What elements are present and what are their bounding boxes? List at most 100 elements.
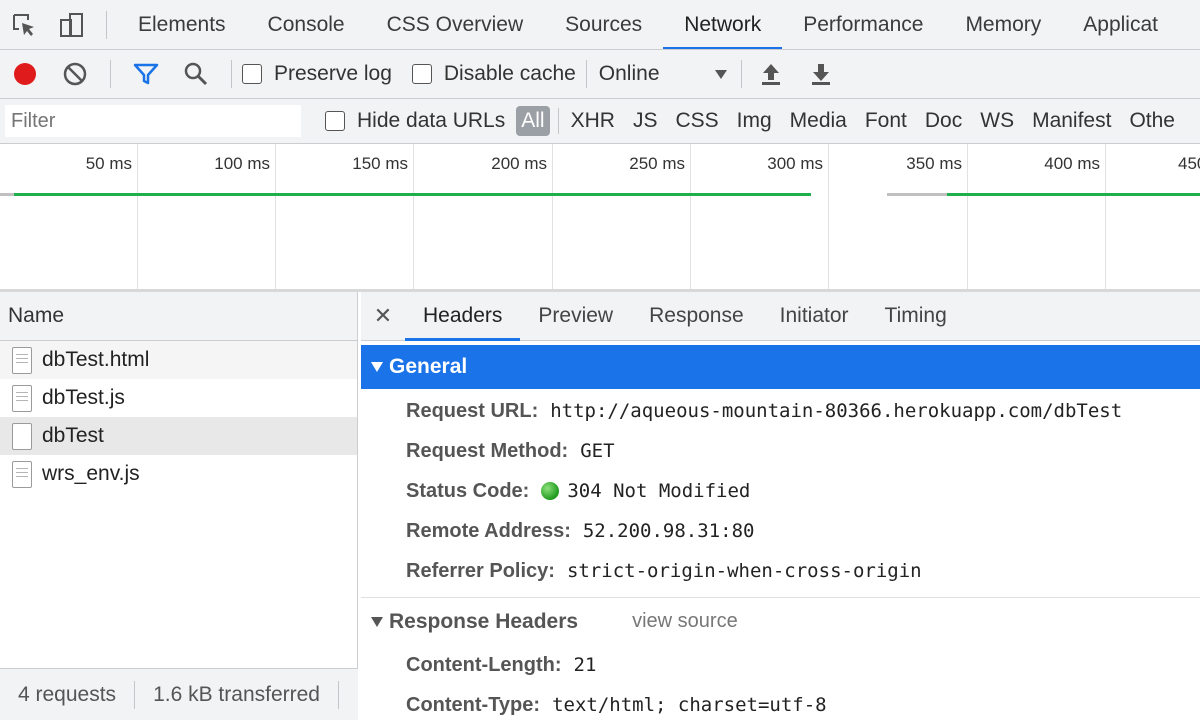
grid-line (1105, 144, 1106, 289)
tab-performance[interactable]: Performance (782, 0, 944, 49)
filter-type-doc[interactable]: Doc (916, 109, 971, 133)
search-icon (184, 62, 208, 86)
filter-type-ws[interactable]: WS (971, 109, 1023, 133)
request-name: dbTest.js (42, 386, 125, 409)
filter-type-media[interactable]: Media (781, 109, 856, 133)
name-column-header[interactable]: Name (0, 292, 357, 341)
header-value: text/html; charset=utf-8 (552, 694, 827, 716)
tab-console[interactable]: Console (247, 0, 366, 49)
grid-line (413, 144, 414, 289)
timeline-tick: 450 (1178, 154, 1200, 173)
timeline-bar-download (14, 193, 811, 196)
grid-line (967, 144, 968, 289)
upload-icon (761, 64, 780, 85)
devtools-tab-bar: Elements Console CSS Overview Sources Ne… (0, 0, 1200, 50)
inspect-element-button[interactable] (0, 0, 48, 49)
filter-toggle-button[interactable] (121, 50, 171, 99)
view-source-link[interactable]: view source (632, 610, 738, 633)
network-overview[interactable]: 50 ms 100 ms 150 ms 200 ms 250 ms 300 ms… (0, 144, 1200, 292)
blank-file-icon (12, 422, 32, 450)
filter-type-css[interactable]: CSS (666, 109, 727, 133)
header-key: Request URL: (406, 399, 539, 422)
grid-line (828, 144, 829, 289)
filter-type-manifest[interactable]: Manifest (1023, 109, 1120, 133)
filter-type-js[interactable]: JS (624, 109, 667, 133)
tab-network[interactable]: Network (663, 0, 783, 49)
filter-type-xhr[interactable]: XHR (562, 109, 624, 133)
clear-icon (63, 62, 87, 86)
response-headers-section-header[interactable]: Response Headers view source (361, 597, 1200, 645)
request-name: wrs_env.js (42, 462, 140, 485)
tab-preview[interactable]: Preview (520, 292, 631, 341)
tab-initiator[interactable]: Initiator (762, 292, 867, 341)
filter-type-font[interactable]: Font (856, 109, 916, 133)
record-button[interactable] (0, 50, 50, 99)
toolbar-divider (106, 10, 107, 39)
tab-headers[interactable]: Headers (405, 292, 521, 341)
general-section-header[interactable]: General (361, 345, 1200, 389)
inspect-icon (13, 13, 34, 36)
timeline-bar-waiting (0, 193, 14, 196)
disable-cache-checkbox[interactable]: Disable cache (411, 62, 576, 86)
tab-response[interactable]: Response (631, 292, 762, 341)
triangle-down-icon (371, 362, 383, 372)
filter-type-img[interactable]: Img (728, 109, 781, 133)
details-tab-bar: ✕ Headers Preview Response Initiator Tim… (361, 292, 1200, 341)
timeline-tick: 150 ms (352, 154, 408, 173)
import-har-button[interactable] (746, 50, 796, 99)
header-key: Status Code: (406, 479, 530, 502)
timeline-tick: 100 ms (214, 154, 270, 173)
header-key: Remote Address: (406, 519, 571, 542)
header-value: 21 (573, 654, 597, 676)
tab-css-overview[interactable]: CSS Overview (366, 0, 545, 49)
preserve-log-label: Preserve log (274, 62, 392, 85)
header-value: http://aqueous-mountain-80366.herokuapp.… (550, 400, 1123, 422)
checkbox-box[interactable] (411, 64, 432, 84)
status-divider (337, 680, 339, 709)
timeline-tick: 50 ms (85, 154, 132, 173)
filter-type-other[interactable]: Othe (1120, 109, 1184, 133)
chevron-down-icon (714, 69, 727, 79)
checkbox-box[interactable] (325, 111, 345, 131)
grid-line (552, 144, 553, 289)
device-icon (60, 12, 83, 37)
preserve-log-checkbox[interactable]: Preserve log (242, 62, 392, 86)
tab-memory[interactable]: Memory (944, 0, 1062, 49)
download-icon (811, 64, 830, 85)
checkbox-box[interactable] (242, 64, 262, 84)
device-toolbar-button[interactable] (48, 0, 96, 49)
request-details-panel: ✕ Headers Preview Response Initiator Tim… (361, 292, 1200, 720)
tab-elements[interactable]: Elements (117, 0, 247, 49)
header-row-remote-address: Remote Address: 52.200.98.31:80 (361, 511, 1200, 551)
header-row-status-code: Status Code: 304 Not Modified (361, 471, 1200, 511)
general-section-title: General (389, 355, 468, 378)
record-icon (14, 63, 36, 85)
script-file-icon (12, 384, 32, 412)
request-row[interactable]: dbTest.js (0, 379, 357, 417)
search-button[interactable] (171, 50, 221, 99)
tab-application[interactable]: Applicat (1062, 0, 1179, 49)
header-row-content-type: Content-Type: text/html; charset=utf-8 (361, 685, 1200, 720)
header-key: Referrer Policy: (406, 559, 555, 582)
throttling-select[interactable]: Online (587, 62, 737, 86)
header-key: Content-Length: (406, 653, 562, 676)
response-headers-toggle[interactable]: Response Headers (371, 610, 578, 634)
grid-line (690, 144, 691, 289)
filter-type-all[interactable]: All (516, 106, 550, 136)
close-icon[interactable]: ✕ (361, 303, 405, 329)
request-row[interactable]: wrs_env.js (0, 455, 357, 493)
request-row[interactable]: dbTest.html (0, 341, 357, 379)
hide-data-urls-checkbox[interactable]: Hide data URLs (325, 109, 505, 133)
timeline-bar-download (947, 193, 1200, 196)
network-status-bar: 4 requests 1.6 kB transferred (0, 668, 358, 720)
export-har-button[interactable] (796, 50, 846, 99)
filter-input[interactable] (5, 105, 301, 137)
grid-line (275, 144, 276, 289)
request-count: 4 requests (18, 682, 117, 706)
tab-sources[interactable]: Sources (544, 0, 663, 49)
header-value: 52.200.98.31:80 (582, 520, 755, 542)
clear-button[interactable] (50, 50, 100, 99)
tab-timing[interactable]: Timing (867, 292, 965, 341)
request-row-selected[interactable]: dbTest (0, 417, 357, 455)
status-ok-icon (541, 482, 560, 500)
